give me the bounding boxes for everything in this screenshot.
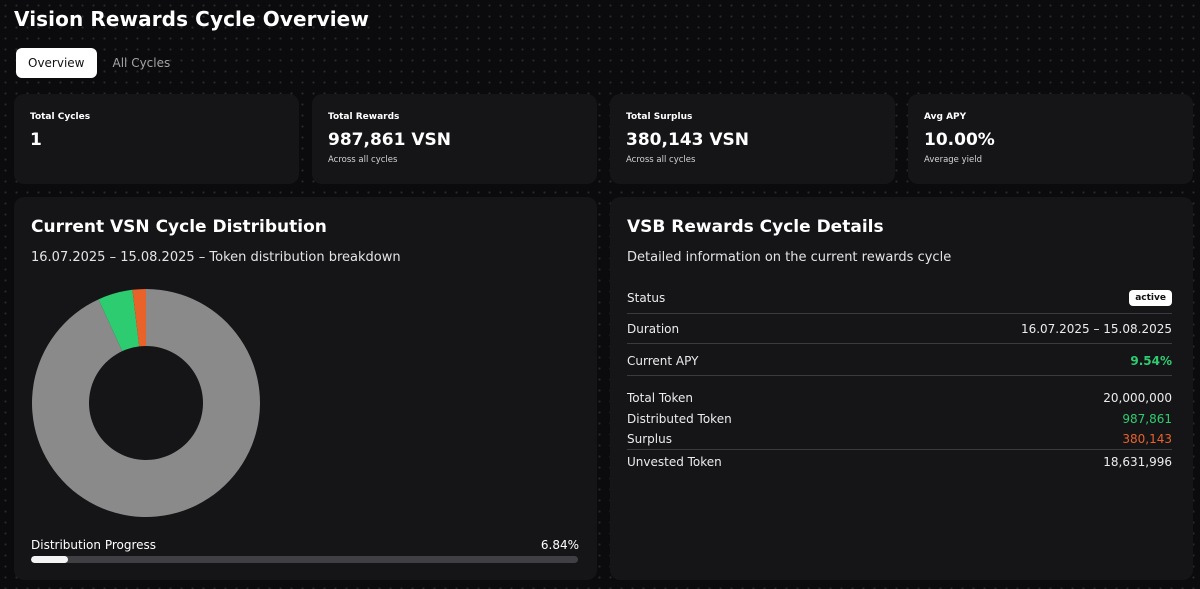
detail-value: 16.07.2025 – 15.08.2025 — [1020, 321, 1172, 336]
stat-value: 987,861 VSN — [328, 130, 451, 150]
progress-label: Distribution Progress — [31, 538, 157, 552]
detail-value: 18,631,996 — [1103, 454, 1172, 469]
detail-label: Surplus — [627, 432, 672, 446]
detail-label: Total Token — [627, 390, 693, 405]
progress-value: 6.84% — [540, 538, 579, 552]
details-panel: VSB Rewards Cycle Details Detailed infor… — [610, 197, 1193, 580]
detail-value: 9.54% — [1130, 353, 1172, 368]
detail-label: Unvested Token — [627, 454, 722, 469]
distribution-title: Current VSN Cycle Distribution — [31, 217, 327, 237]
detail-value: 20,000,000 — [1103, 390, 1172, 405]
detail-label: Status — [627, 291, 666, 305]
distribution-description: 16.07.2025 – 15.08.2025 – Token distribu… — [31, 250, 401, 265]
stat-card-avg-apy: Avg APY 10.00% Average yield — [908, 94, 1193, 184]
stat-label: Total Surplus — [626, 112, 693, 122]
detail-row-status: Status active — [627, 283, 1172, 313]
tab-all-cycles[interactable]: All Cycles — [101, 48, 183, 78]
detail-label: Duration — [627, 321, 680, 336]
stat-sub: Across all cycles — [626, 155, 696, 165]
detail-row-surplus: Surplus 380,143 — [627, 429, 1172, 450]
details-description: Detailed information on the current rewa… — [627, 250, 952, 265]
detail-row-distributed-token: Distributed Token 987,861 — [627, 408, 1172, 429]
detail-row-total-token: Total Token 20,000,000 — [627, 387, 1172, 408]
stat-sub: Average yield — [924, 155, 982, 165]
detail-label: Distributed Token — [627, 411, 732, 426]
detail-row-unvested-token: Unvested Token 18,631,996 — [627, 451, 1172, 472]
status-badge: active — [1129, 290, 1172, 306]
detail-value: 380,143 — [1122, 432, 1172, 446]
stat-value: 1 — [30, 130, 42, 150]
stat-label: Avg APY — [924, 112, 967, 122]
detail-row-apy: Current APY 9.54% — [627, 346, 1172, 376]
tab-overview[interactable]: Overview — [16, 48, 97, 78]
stat-value: 380,143 VSN — [626, 130, 749, 150]
page-title: Vision Rewards Cycle Overview — [14, 7, 369, 31]
detail-label: Current APY — [627, 353, 699, 368]
detail-row-duration: Duration 16.07.2025 – 15.08.2025 — [627, 314, 1172, 344]
stat-value: 10.00% — [924, 130, 995, 150]
tab-bar: Overview All Cycles — [16, 48, 182, 78]
stat-label: Total Rewards — [328, 112, 400, 122]
stat-label: Total Cycles — [30, 112, 91, 122]
distribution-panel: Current VSN Cycle Distribution 16.07.202… — [14, 197, 597, 580]
progress-bar — [31, 556, 578, 563]
stat-sub: Across all cycles — [328, 155, 398, 165]
stat-card-total-rewards: Total Rewards 987,861 VSN Across all cyc… — [312, 94, 597, 184]
stat-card-total-cycles: Total Cycles 1 — [14, 94, 299, 184]
progress-bar-fill — [31, 556, 69, 563]
distribution-donut-chart — [31, 289, 260, 517]
detail-value: 987,861 — [1122, 411, 1172, 426]
stat-card-total-surplus: Total Surplus 380,143 VSN Across all cyc… — [610, 94, 895, 184]
details-title: VSB Rewards Cycle Details — [627, 217, 884, 237]
